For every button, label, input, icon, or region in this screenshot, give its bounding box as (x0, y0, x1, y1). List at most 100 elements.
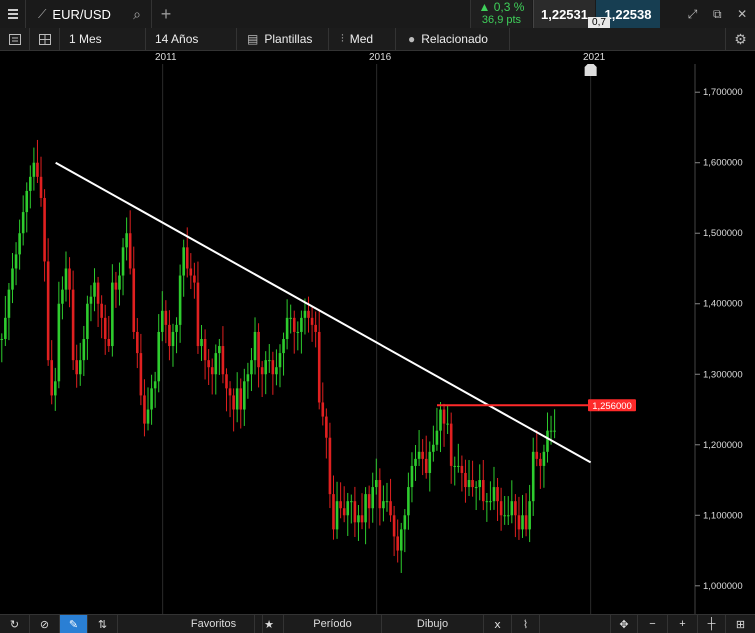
symbol-name: EUR/USD (52, 6, 111, 22)
interval-dropdown[interactable]: 1 Mes (60, 28, 146, 50)
related-button[interactable]: ● Relacionado (396, 28, 510, 50)
list-icon[interactable] (0, 28, 30, 50)
y-tick-label: 1,300000 (703, 369, 743, 380)
drawing-button[interactable]: Dibujo (382, 615, 484, 633)
candle-body (485, 501, 489, 503)
candle-body (157, 331, 161, 382)
refresh-icon[interactable]: ↻ (0, 615, 30, 633)
candle-body (382, 501, 385, 509)
candle-body (14, 254, 18, 269)
price-type-button[interactable]: ⫶ Med (329, 28, 396, 50)
candle-body (168, 324, 171, 347)
candle-body (257, 331, 260, 368)
candle-body (164, 310, 168, 325)
chart-toolbar: 1 Mes 14 Años ▤ Plantillas ⫶ Med ● Relac… (0, 28, 755, 51)
indicator-icon[interactable]: ⌇ (512, 615, 540, 633)
candle-body (18, 233, 21, 255)
range-dropdown[interactable]: 14 Años (146, 28, 237, 50)
candle-body (506, 515, 510, 517)
candle-body (421, 451, 424, 459)
candle-body (182, 247, 185, 276)
candle-body (196, 282, 200, 347)
sort-icon[interactable]: ⇅ (88, 615, 118, 633)
candle-body (146, 409, 150, 424)
candle-body (75, 360, 78, 375)
expand-icon[interactable]: ⤢ (688, 7, 698, 22)
candle-body (153, 381, 157, 389)
candle-body (189, 268, 193, 276)
star-icon[interactable]: ★ (254, 615, 284, 633)
candle-body (275, 367, 278, 375)
candle-body (410, 465, 414, 488)
candle-body (321, 402, 325, 417)
candle-body (303, 310, 307, 318)
candle-body (453, 465, 457, 467)
favorites-button[interactable]: Favoritos (165, 615, 263, 633)
zoom-in-icon[interactable]: + (668, 615, 698, 633)
y-tick-label: 1,100000 (703, 510, 743, 521)
crosshair-plus-icon[interactable]: ┼ (698, 615, 726, 633)
candle-body (378, 480, 382, 509)
candle-body (342, 508, 346, 516)
candle-body (39, 176, 43, 198)
wave-icon[interactable]: ⅹ (484, 615, 512, 633)
candle-body (428, 451, 432, 473)
settings-gear-icon[interactable]: ⚙ (725, 28, 755, 50)
bid-price-button[interactable]: 1,22531 (533, 0, 595, 28)
add-tab-icon[interactable]: + (152, 0, 180, 28)
chart-svg[interactable]: 1,700000 1,600000 1,500000 1,400000 1,300000… (0, 61, 755, 614)
candle-body (128, 233, 132, 269)
search-icon[interactable]: ⌕ (133, 6, 141, 23)
candle-body (203, 339, 207, 361)
candle-body (132, 268, 136, 332)
candles-icon: ⫶ (341, 32, 344, 45)
candle-body (332, 494, 335, 530)
candle-body (521, 515, 524, 530)
candle-body (335, 501, 339, 530)
candle-body (389, 501, 392, 516)
candle-body (514, 501, 517, 516)
candle-body (457, 465, 460, 467)
candle-body (139, 353, 143, 396)
x-tick-2016: 2016 (369, 52, 392, 63)
candle-body (481, 480, 485, 502)
fit-icon[interactable]: ⊞ (726, 615, 755, 633)
popout-icon[interactable]: ⧉ (713, 7, 722, 22)
candle-body (282, 339, 285, 354)
candle-body (150, 388, 153, 410)
candle-body (471, 480, 474, 488)
candle-body (250, 360, 253, 375)
close-icon[interactable]: ✕ (737, 7, 747, 21)
candle-body (175, 324, 178, 332)
price-change: ▲ 0,3 % 36,9 pts (470, 0, 532, 28)
candle-body (57, 303, 61, 382)
candle-body (232, 395, 235, 410)
candle-body (499, 501, 503, 516)
crosshair-icon[interactable]: ✥ (610, 615, 638, 633)
candle-body (374, 480, 378, 488)
candle-body (435, 430, 439, 445)
cursor-off-icon[interactable]: ⊘ (30, 615, 60, 633)
candle-body (243, 381, 246, 410)
candle-body (267, 360, 271, 362)
bottom-bar: ↻ ⊘ ✎ ⇅ Favoritos ★ Período Dibujo ⅹ ⌇ ✥… (0, 614, 755, 633)
symbol-selector[interactable]: ⟋ EUR/USD ⌕ (26, 0, 152, 28)
candle-body (29, 176, 32, 191)
menu-icon[interactable] (0, 0, 26, 28)
candle-body (143, 395, 146, 424)
time-axis-top: 2011 2016 2021 (0, 51, 695, 64)
candle-body (86, 303, 89, 339)
candle-body (300, 317, 303, 332)
y-tick-label: 1,200000 (703, 440, 743, 451)
candle-body (549, 430, 553, 432)
zoom-out-icon[interactable]: − (638, 615, 668, 633)
templates-button[interactable]: ▤ Plantillas (237, 28, 329, 50)
candle-body (178, 275, 182, 325)
period-button[interactable]: Período (284, 615, 382, 633)
price-chart[interactable]: 1,700000 1,600000 1,500000 1,400000 1,300000… (0, 61, 755, 614)
layout-grid-icon[interactable] (30, 28, 60, 50)
candle-body (360, 515, 364, 523)
pencil-icon[interactable]: ✎ (60, 615, 88, 633)
grid-glyph (38, 33, 51, 45)
candle-body (535, 451, 539, 459)
